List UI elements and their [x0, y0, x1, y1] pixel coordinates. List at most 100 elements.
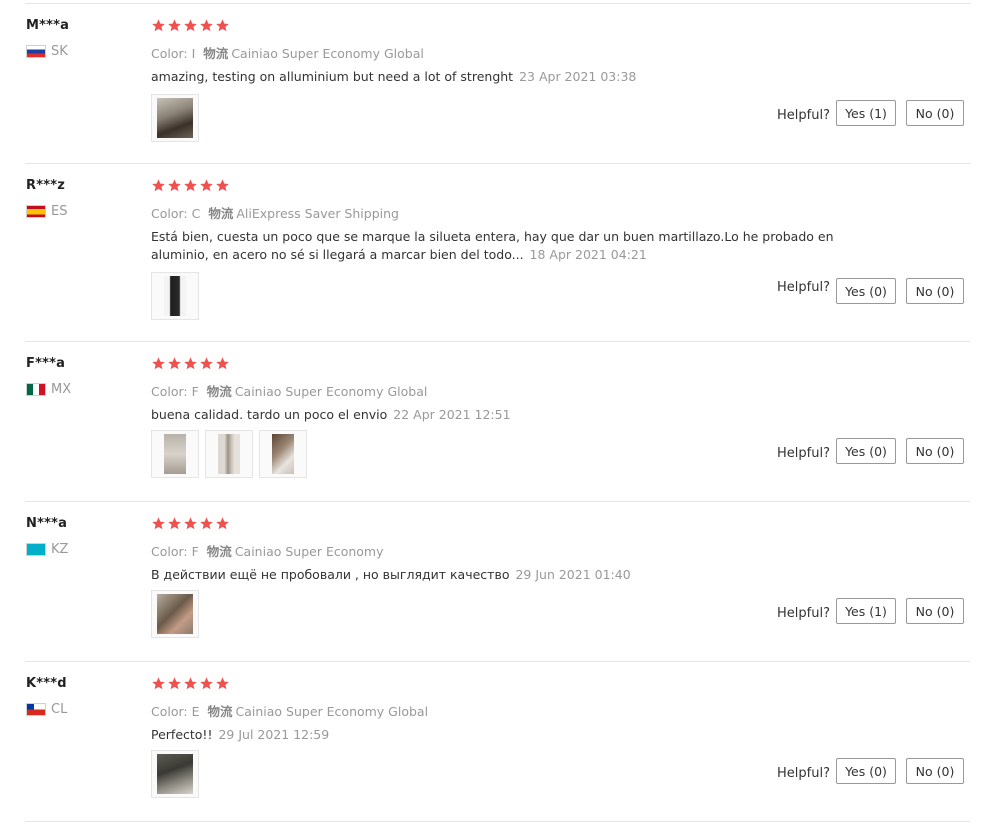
review-text: Está bien, cuesta un poco que se marque …: [151, 228, 871, 264]
star-icon: [215, 516, 230, 531]
review-photo-thumbnail[interactable]: [151, 272, 199, 320]
review-photo-thumbnail[interactable]: [259, 430, 307, 478]
review-text: В действии ещё не пробовали , но выгляди…: [151, 566, 871, 584]
review-text: Perfecto!! 29 Jul 2021 12:59: [151, 726, 871, 744]
review-images: [151, 750, 199, 798]
star-icon: [151, 18, 166, 33]
review-item: M***a SK Color: I 物流 Cainiao Super Economy G…: [0, 18, 993, 168]
star-icon: [167, 18, 182, 33]
photo-content: [157, 594, 193, 634]
color-option: Color: C: [151, 206, 201, 221]
review-body: buena calidad. tardo un poco el envio: [151, 407, 388, 422]
reviewer-country: ES: [26, 204, 67, 219]
photo-content: [164, 276, 186, 316]
star-icon: [199, 516, 214, 531]
review-images: [151, 430, 307, 478]
star-icon: [199, 178, 214, 193]
review-date: 29 Jul 2021 12:59: [218, 727, 330, 742]
helpful-no-button[interactable]: No (0): [906, 758, 964, 784]
review-text: amazing, testing on alluminium but need …: [151, 68, 871, 86]
star-icon: [183, 356, 198, 371]
star-icon: [151, 356, 166, 371]
shipping-label: 物流: [203, 46, 229, 61]
color-option: Color: I: [151, 46, 196, 61]
review-item: K***d CL Color: E 物流 Cainiao Super Economy G…: [0, 676, 993, 826]
helpful-label: Helpful?: [777, 280, 830, 295]
star-icon: [215, 178, 230, 193]
review-photo-thumbnail[interactable]: [151, 590, 199, 638]
star-rating: [151, 18, 230, 33]
review-text: buena calidad. tardo un poco el envio 22 …: [151, 406, 871, 424]
helpful-yes-button[interactable]: Yes (1): [836, 598, 896, 624]
photo-content: [272, 434, 294, 474]
helpful-no-button[interactable]: No (0): [906, 278, 964, 304]
review-photo-thumbnail[interactable]: [151, 430, 199, 478]
review-date: 23 Apr 2021 03:38: [519, 69, 637, 84]
star-rating: [151, 356, 230, 371]
helpful-yes-button[interactable]: Yes (1): [836, 100, 896, 126]
shipping-method: Cainiao Super Economy Global: [235, 704, 429, 719]
country-code: ES: [51, 204, 68, 219]
shipping-method: Cainiao Super Economy Global: [231, 46, 424, 61]
photo-content: [157, 98, 193, 138]
helpful-no-button[interactable]: No (0): [906, 598, 964, 624]
star-icon: [199, 356, 214, 371]
helpful-yes-button[interactable]: Yes (0): [836, 438, 896, 464]
star-icon: [167, 178, 182, 193]
color-option: Color: F: [151, 384, 199, 399]
review-images: [151, 94, 199, 142]
flag-icon: [26, 543, 46, 556]
divider: [25, 341, 970, 342]
review-body: Está bien, cuesta un poco que se marque …: [151, 229, 834, 262]
reviewer-name: M***a: [26, 18, 70, 33]
review-date: 18 Apr 2021 04:21: [529, 247, 647, 262]
review-photo-thumbnail[interactable]: [151, 94, 199, 142]
star-icon: [199, 18, 214, 33]
reviewer-country: CL: [26, 702, 67, 717]
star-icon: [151, 178, 166, 193]
color-option: Color: F: [151, 544, 199, 559]
helpful-no-button[interactable]: No (0): [906, 438, 964, 464]
star-icon: [215, 18, 230, 33]
helpful-yes-button[interactable]: Yes (0): [836, 278, 896, 304]
review-item: N***a KZ Color: F 物流 Cainiao Super Economy В …: [0, 516, 993, 666]
review-meta: Color: F 物流 Cainiao Super Economy Global: [151, 381, 427, 400]
star-icon: [151, 516, 166, 531]
star-icon: [167, 516, 182, 531]
shipping-method: AliExpress Saver Shipping: [236, 206, 399, 221]
helpful-label: Helpful?: [777, 606, 830, 621]
shipping-label: 物流: [206, 544, 232, 559]
reviewer-name: R***z: [26, 178, 65, 193]
reviewer-country: SK: [26, 44, 68, 59]
photo-content: [218, 434, 240, 474]
country-code: MX: [51, 382, 72, 397]
shipping-method: Cainiao Super Economy: [234, 544, 384, 559]
review-meta: Color: C 物流 AliExpress Saver Shipping: [151, 203, 399, 222]
reviewer-name: K***d: [26, 676, 67, 691]
star-icon: [215, 356, 230, 371]
star-rating: [151, 676, 230, 691]
star-icon: [183, 516, 198, 531]
reviewer-name: F***a: [26, 356, 66, 371]
review-images: [151, 590, 199, 638]
helpful-yes-button[interactable]: Yes (0): [836, 758, 896, 784]
photo-content: [157, 754, 193, 794]
review-photo-thumbnail[interactable]: [205, 430, 253, 478]
review-photo-thumbnail[interactable]: [151, 750, 199, 798]
flag-icon: [26, 383, 46, 396]
country-code: KZ: [51, 542, 69, 557]
star-icon: [167, 676, 182, 691]
helpful-label: Helpful?: [777, 446, 830, 461]
helpful-label: Helpful?: [777, 108, 830, 123]
review-body: В действии ещё не пробовали , но выгляди…: [151, 567, 510, 582]
reviewer-name: N***a: [26, 516, 68, 531]
star-icon: [167, 356, 182, 371]
star-rating: [151, 516, 230, 531]
helpful-label: Helpful?: [777, 766, 830, 781]
flag-icon: [26, 205, 46, 218]
review-meta: Color: F 物流 Cainiao Super Economy: [151, 541, 384, 560]
helpful-no-button[interactable]: No (0): [906, 100, 964, 126]
review-body: Perfecto!!: [151, 727, 213, 742]
review-meta: Color: I 物流 Cainiao Super Economy Global: [151, 43, 424, 62]
star-icon: [215, 676, 230, 691]
